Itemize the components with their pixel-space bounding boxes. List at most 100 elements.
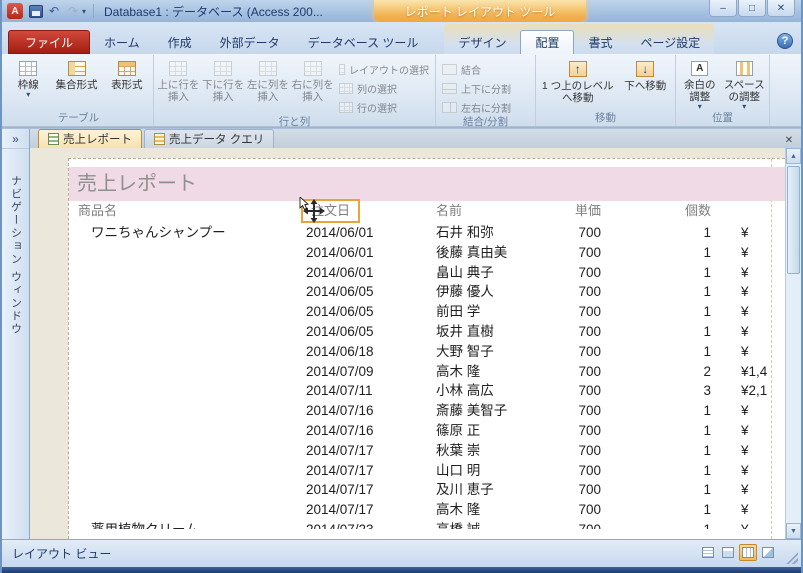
cell-name[interactable]: 斎藤 美智子 bbox=[431, 401, 561, 421]
qat-customize-icon[interactable]: ▾ bbox=[82, 7, 86, 16]
control-margins-button[interactable]: A 余白の調整 ▾ bbox=[679, 57, 721, 112]
cell-product[interactable] bbox=[69, 322, 304, 342]
close-button[interactable]: ✕ bbox=[767, 0, 795, 17]
cell-name[interactable]: 高木 隆 bbox=[431, 500, 561, 520]
access-app-icon[interactable]: A bbox=[7, 3, 23, 19]
minimize-button[interactable]: – bbox=[709, 0, 737, 17]
cell-name[interactable]: 高木 隆 bbox=[431, 362, 561, 382]
cell-unit-price[interactable]: 700 bbox=[561, 520, 601, 529]
cell-order-date[interactable]: 2014/07/16 bbox=[304, 421, 431, 441]
cell-quantity[interactable]: 1 bbox=[601, 282, 711, 302]
cell-unit-price[interactable]: 700 bbox=[561, 282, 601, 302]
cell-unit-price[interactable]: 700 bbox=[561, 302, 601, 322]
cell-product[interactable] bbox=[69, 362, 304, 382]
cell-product[interactable] bbox=[69, 441, 304, 461]
cell-amount[interactable]: ¥ bbox=[741, 302, 785, 322]
cell-product[interactable]: ワニちゃんシャンプー bbox=[69, 223, 304, 243]
cell-amount[interactable]: ¥ bbox=[741, 500, 785, 520]
cell-quantity[interactable]: 1 bbox=[601, 441, 711, 461]
cell-product[interactable] bbox=[69, 500, 304, 520]
cell-product[interactable] bbox=[69, 302, 304, 322]
cell-quantity[interactable]: 3 bbox=[601, 381, 711, 401]
cell-unit-price[interactable]: 700 bbox=[561, 500, 601, 520]
cell-amount[interactable]: ¥ bbox=[741, 342, 785, 362]
undo-icon[interactable]: ↶ bbox=[46, 3, 62, 19]
vertical-scrollbar[interactable]: ▲ ▼ bbox=[785, 148, 801, 539]
cell-amount[interactable]: ¥ bbox=[741, 243, 785, 263]
column-header-unit-price[interactable]: 単価 bbox=[561, 201, 601, 221]
cell-name[interactable]: 及川 恵子 bbox=[431, 480, 561, 500]
cell-name[interactable]: 畠山 典子 bbox=[431, 263, 561, 283]
select-layout-button[interactable]: レイアウトの選択 bbox=[336, 60, 432, 78]
cell-order-date[interactable]: 2014/07/17 bbox=[304, 500, 431, 520]
cell-quantity[interactable]: 1 bbox=[601, 322, 711, 342]
insert-column-left-button[interactable]: 左に列を挿入 bbox=[247, 57, 290, 116]
cell-order-date[interactable]: 2014/07/09 bbox=[304, 362, 431, 382]
cell-name[interactable]: 伊藤 優人 bbox=[431, 282, 561, 302]
cell-order-date[interactable]: 2014/06/01 bbox=[304, 243, 431, 263]
cell-order-date[interactable]: 2014/07/17 bbox=[304, 480, 431, 500]
cell-quantity[interactable]: 1 bbox=[601, 480, 711, 500]
column-header-name[interactable]: 名前 bbox=[431, 201, 561, 221]
cell-product[interactable]: 薬用植物クリーム bbox=[69, 520, 304, 529]
cell-unit-price[interactable]: 700 bbox=[561, 480, 601, 500]
cell-order-date[interactable]: 2014/07/16 bbox=[304, 401, 431, 421]
tabular-layout-button[interactable]: 表形式 bbox=[104, 57, 150, 112]
cell-name[interactable]: 篠原 正 bbox=[431, 421, 561, 441]
help-icon[interactable]: ? bbox=[777, 33, 793, 49]
scroll-up-icon[interactable]: ▲ bbox=[786, 148, 801, 164]
doc-tab-sales-query[interactable]: 売上データ クエリ bbox=[144, 129, 275, 148]
cell-unit-price[interactable]: 700 bbox=[561, 243, 601, 263]
cell-amount[interactable]: ¥ bbox=[741, 461, 785, 481]
cell-order-date[interactable]: 2014/06/18 bbox=[304, 342, 431, 362]
tab-file[interactable]: ファイル bbox=[8, 30, 91, 54]
cell-name[interactable]: 高橋 誠 bbox=[431, 520, 561, 529]
resize-grip[interactable] bbox=[785, 551, 798, 564]
select-column-button[interactable]: 列の選択 bbox=[336, 79, 432, 97]
cell-quantity[interactable]: 1 bbox=[601, 342, 711, 362]
cell-name[interactable]: 小林 高広 bbox=[431, 381, 561, 401]
cell-quantity[interactable]: 1 bbox=[601, 243, 711, 263]
cell-order-date[interactable]: 2014/07/17 bbox=[304, 461, 431, 481]
split-vertical-button[interactable]: 上下に分割 bbox=[439, 79, 531, 97]
cell-product[interactable] bbox=[69, 243, 304, 263]
cell-quantity[interactable]: 1 bbox=[601, 223, 711, 243]
cell-product[interactable] bbox=[69, 342, 304, 362]
cell-amount[interactable]: ¥ bbox=[741, 322, 785, 342]
close-document-icon[interactable]: ✕ bbox=[781, 132, 797, 148]
report-title[interactable]: 売上レポート bbox=[69, 167, 785, 201]
tab-create[interactable]: 作成 bbox=[154, 30, 206, 54]
cell-unit-price[interactable]: 700 bbox=[561, 421, 601, 441]
tab-external-data[interactable]: 外部データ bbox=[206, 30, 294, 54]
layout-view-button[interactable] bbox=[739, 544, 757, 561]
tab-arrange[interactable]: 配置 bbox=[520, 30, 575, 54]
cell-order-date[interactable]: 2014/07/17 bbox=[304, 441, 431, 461]
cell-amount[interactable]: ¥ bbox=[741, 480, 785, 500]
cell-product[interactable] bbox=[69, 401, 304, 421]
move-down-button[interactable]: ↓ 下へ移動 bbox=[618, 57, 672, 112]
gridlines-button[interactable]: 枠線 ▾ bbox=[7, 57, 49, 112]
tab-home[interactable]: ホーム bbox=[90, 30, 154, 54]
insert-column-right-button[interactable]: 右に列を挿入 bbox=[291, 57, 334, 116]
cell-unit-price[interactable]: 700 bbox=[561, 461, 601, 481]
split-horizontal-button[interactable]: 左右に分割 bbox=[439, 98, 531, 116]
cell-amount[interactable]: ¥ bbox=[741, 421, 785, 441]
cell-product[interactable] bbox=[69, 461, 304, 481]
cell-unit-price[interactable]: 700 bbox=[561, 401, 601, 421]
cell-name[interactable]: 坂井 直樹 bbox=[431, 322, 561, 342]
cell-amount[interactable]: ¥1,4 bbox=[741, 362, 785, 382]
cell-unit-price[interactable]: 700 bbox=[561, 223, 601, 243]
cell-unit-price[interactable]: 700 bbox=[561, 342, 601, 362]
cell-product[interactable] bbox=[69, 421, 304, 441]
cell-order-date[interactable]: 2014/06/05 bbox=[304, 322, 431, 342]
cell-name[interactable]: 前田 学 bbox=[431, 302, 561, 322]
tab-format[interactable]: 書式 bbox=[574, 30, 626, 54]
cell-quantity[interactable]: 2 bbox=[601, 362, 711, 382]
insert-row-above-button[interactable]: 上に行を挿入 bbox=[157, 57, 200, 116]
navigation-expand-icon[interactable]: » bbox=[2, 129, 29, 149]
cell-amount[interactable]: ¥ bbox=[741, 441, 785, 461]
report-view-button[interactable] bbox=[699, 544, 717, 561]
cell-product[interactable] bbox=[69, 480, 304, 500]
cell-unit-price[interactable]: 700 bbox=[561, 381, 601, 401]
cell-order-date[interactable]: 2014/06/05 bbox=[304, 302, 431, 322]
